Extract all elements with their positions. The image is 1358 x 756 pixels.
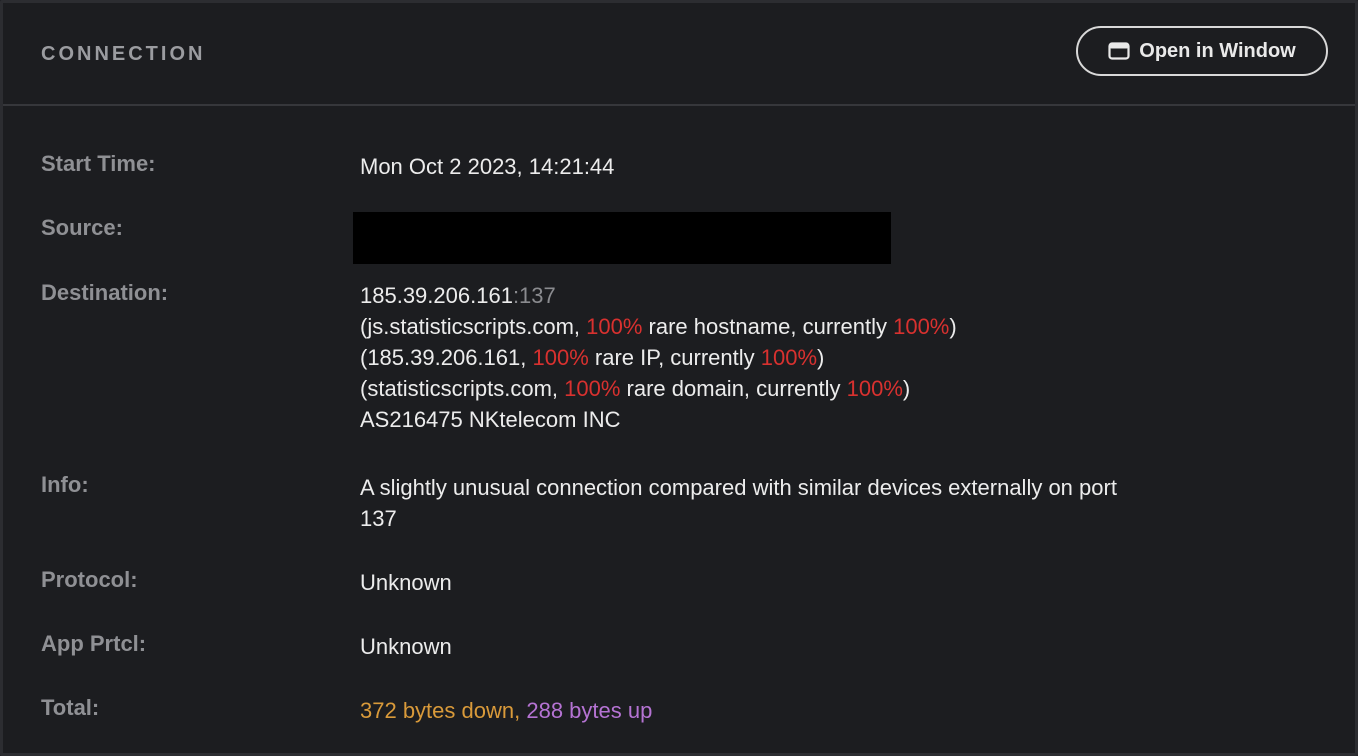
destination-value: 185.39.206.161:137 (js.statisticscripts.… [360, 280, 1315, 435]
domain-rarity-current: 100% [846, 376, 903, 401]
ip-rarity-prefix: (185.39.206.161, [360, 345, 533, 370]
hostname-rarity-mid: rare hostname, currently [642, 314, 894, 339]
ip-rarity-suffix: ) [817, 345, 825, 370]
hostname-rarity-current: 100% [893, 314, 950, 339]
total-separator: , [514, 698, 527, 723]
source-label: Source: [41, 215, 123, 240]
app-protocol-value: Unknown [360, 634, 452, 659]
hostname-rarity-suffix: ) [949, 314, 957, 339]
destination-asn: AS216475 NKtelecom INC [360, 407, 621, 432]
connection-panel: CONNECTION Open in Window Start Time: Mo… [0, 0, 1358, 756]
domain-rarity-prefix: (statisticscripts.com, [360, 376, 565, 401]
open-in-window-label: Open in Window [1139, 39, 1296, 62]
destination-hostname-rarity: (js.statisticscripts.com, 100% rare host… [360, 311, 1315, 342]
window-icon [1108, 42, 1130, 60]
destination-ip-rarity: (185.39.206.161, 100% rare IP, currently… [360, 342, 1315, 373]
bytes-up: 288 bytes up [526, 698, 653, 723]
domain-rarity-mid: rare domain, currently [620, 376, 847, 401]
source-redaction [353, 212, 891, 264]
destination-address: 185.39.206.161:137 [360, 280, 1315, 311]
protocol-label: Protocol: [41, 567, 138, 592]
hostname-rarity-pct: 100% [586, 314, 643, 339]
bytes-down: 372 bytes down [360, 698, 515, 723]
total-value: 372 bytes down, 288 bytes up [360, 695, 1315, 726]
open-in-window-button[interactable]: Open in Window [1076, 26, 1328, 76]
info-label: Info: [41, 472, 89, 497]
panel-header: CONNECTION Open in Window [3, 3, 1355, 106]
info-line-1: A slightly unusual connection compared w… [360, 475, 1117, 500]
destination-ip: 185.39.206.161 [360, 283, 513, 308]
destination-label: Destination: [41, 280, 169, 305]
total-label: Total: [41, 695, 100, 720]
app-protocol-label: App Prtcl: [41, 631, 147, 656]
start-time-label: Start Time: [41, 151, 156, 176]
info-value: A slightly unusual connection compared w… [360, 472, 1315, 534]
panel-title: CONNECTION [41, 43, 206, 65]
protocol-value: Unknown [360, 570, 452, 595]
info-line-2: 137 [360, 506, 397, 531]
hostname-rarity-prefix: (js.statisticscripts.com, [360, 314, 587, 339]
ip-rarity-mid: rare IP, currently [588, 345, 761, 370]
ip-rarity-current: 100% [760, 345, 818, 370]
destination-port: :137 [512, 283, 556, 308]
destination-domain-rarity: (statisticscripts.com, 100% rare domain,… [360, 373, 1315, 404]
domain-rarity-suffix: ) [902, 376, 911, 401]
ip-rarity-pct: 100% [532, 345, 589, 370]
domain-rarity-pct: 100% [564, 376, 621, 401]
start-time-value: Mon Oct 2 2023, 14:21:44 [360, 154, 615, 179]
